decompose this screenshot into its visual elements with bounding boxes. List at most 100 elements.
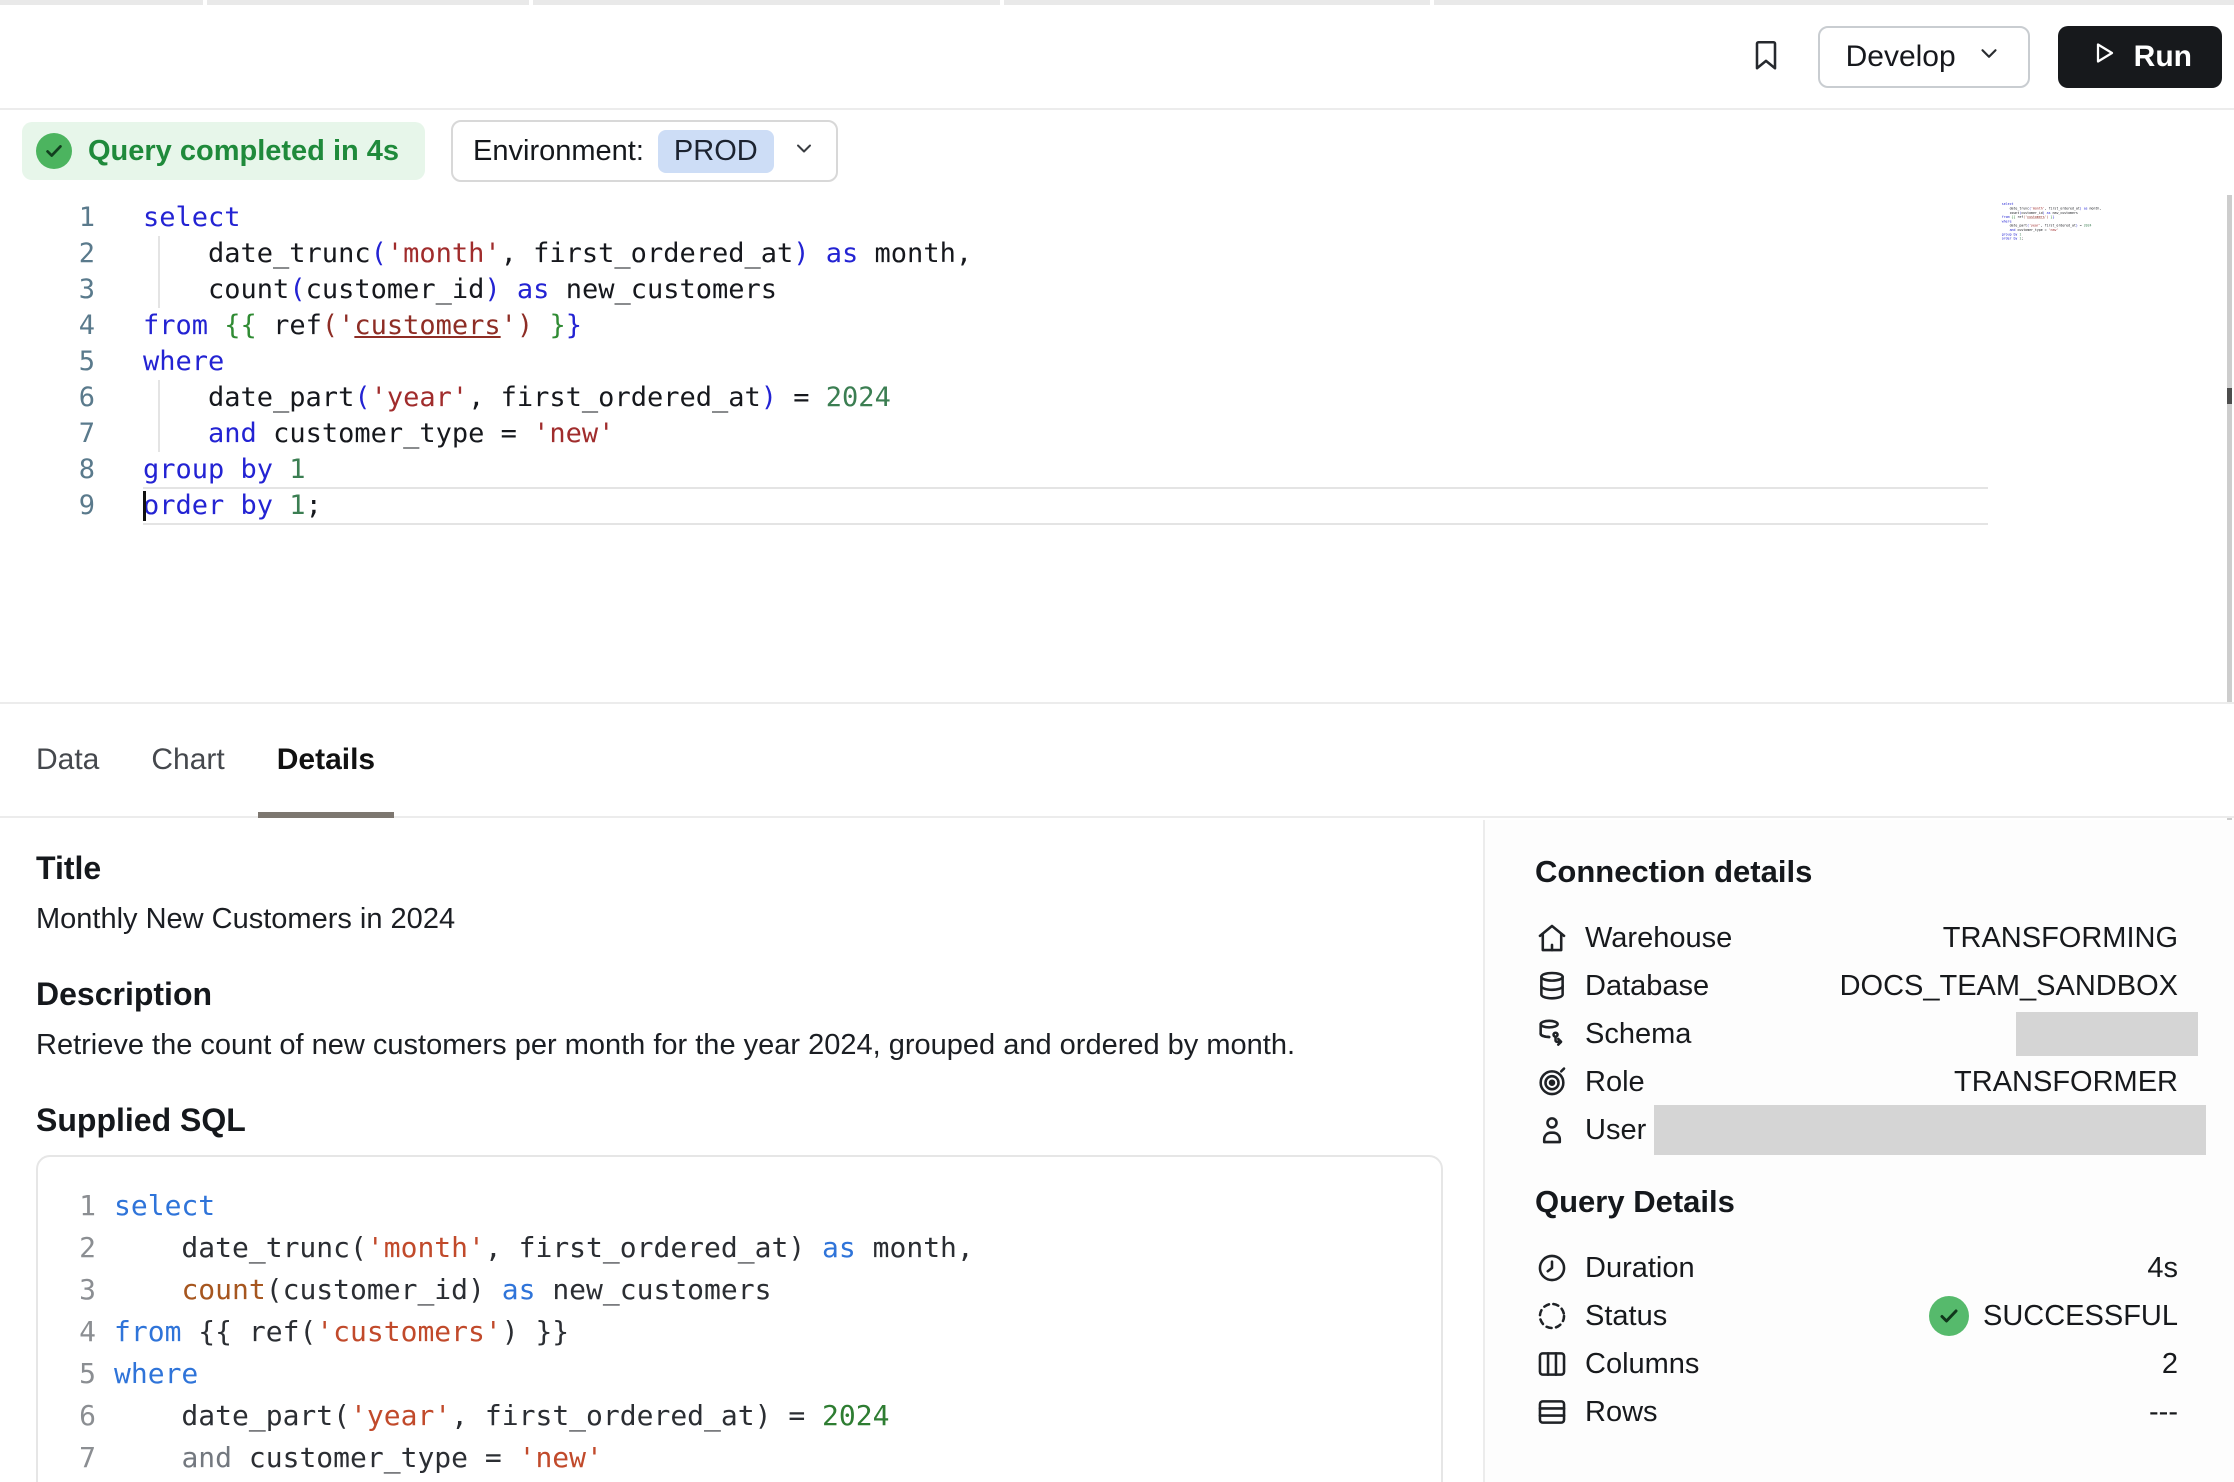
redacted-value: [1654, 1105, 2206, 1155]
query-value-rows: ---: [2149, 1396, 2178, 1429]
query-row-duration: Duration 4s: [1535, 1244, 2178, 1292]
warehouse-icon: [1535, 921, 1569, 955]
code-line: 5where: [38, 1353, 1441, 1395]
query-status-badge: Query completed in 4s: [22, 122, 425, 180]
line-number: 7: [38, 1437, 96, 1479]
rows-icon: [1535, 1395, 1569, 1429]
line-number: 2: [0, 236, 95, 272]
run-button[interactable]: Run: [2058, 26, 2222, 88]
code-line: 2 date_trunc('month', first_ordered_at) …: [0, 236, 2234, 272]
query-value-columns: 2: [2162, 1348, 2178, 1381]
code-line: 9order by 1;: [0, 488, 2234, 524]
code-line: 7 and customer_type = 'new': [0, 416, 2234, 452]
connection-label: Database: [1585, 970, 1709, 1003]
environment-label: Environment:: [473, 135, 644, 168]
develop-button[interactable]: Develop: [1818, 26, 2030, 88]
supplied-sql-heading: Supplied SQL: [36, 1102, 1443, 1139]
query-label: Duration: [1585, 1252, 1695, 1285]
title-heading: Title: [36, 850, 1443, 887]
supplied-sql-code-block: 1select2 date_trunc('month', first_order…: [36, 1155, 1443, 1482]
code-line: 4from {{ ref('customers') }}: [0, 308, 2234, 344]
line-number: 6: [0, 380, 95, 416]
code-line: 5where: [0, 344, 2234, 380]
query-label: Rows: [1585, 1396, 1658, 1429]
schema-icon: [1535, 1017, 1569, 1051]
line-number: 3: [0, 272, 95, 308]
success-check-icon: [1929, 1296, 1969, 1336]
line-number: 1: [38, 1185, 96, 1227]
environment-select[interactable]: Environment: PROD: [451, 120, 838, 182]
connection-details-heading: Connection details: [1535, 854, 2178, 890]
connection-label: Role: [1585, 1066, 1645, 1099]
line-number: 6: [38, 1395, 96, 1437]
database-icon: [1535, 969, 1569, 1003]
connection-label: Schema: [1585, 1018, 1691, 1051]
line-number: 1: [0, 200, 95, 236]
line-number: 8: [0, 452, 95, 488]
tab-data[interactable]: Data: [36, 704, 99, 816]
line-number: 9: [0, 488, 95, 524]
play-icon: [2088, 38, 2118, 76]
text-cursor: [143, 491, 146, 521]
query-details-heading: Query Details: [1535, 1184, 2178, 1220]
details-panel: Title Monthly New Customers in 2024 Desc…: [0, 820, 2234, 1482]
connection-value-warehouse: TRANSFORMING: [1943, 922, 2178, 955]
connection-row-role: Role TRANSFORMER: [1535, 1058, 2178, 1106]
code-line: 3 count(customer_id) as new_customers: [0, 272, 2234, 308]
develop-button-label: Develop: [1846, 40, 1956, 74]
description-value: Retrieve the count of new customers per …: [36, 1029, 1443, 1062]
query-value-duration: 4s: [2147, 1252, 2178, 1285]
line-number: 4: [0, 308, 95, 344]
connection-value-role: TRANSFORMER: [1954, 1066, 2178, 1099]
code-line: 1select: [0, 200, 2234, 236]
connection-row-warehouse: Warehouse TRANSFORMING: [1535, 914, 2178, 962]
line-number: 5: [0, 344, 95, 380]
query-row-status: StatusSUCCESSFUL: [1535, 1292, 2178, 1340]
connection-value-user: [1654, 1105, 2178, 1155]
query-editor-app: Develop Run Query completed i: [0, 0, 2234, 1482]
connection-label: Warehouse: [1585, 922, 1732, 955]
user-icon: [1535, 1113, 1569, 1147]
title-value: Monthly New Customers in 2024: [36, 903, 1443, 936]
code-line: 2 date_trunc('month', first_ordered_at) …: [38, 1227, 1441, 1269]
line-number: 2: [38, 1227, 96, 1269]
toolbar: Develop Run: [0, 5, 2234, 110]
chevron-down-icon: [1976, 40, 2002, 74]
details-main-column: Title Monthly New Customers in 2024 Desc…: [0, 820, 1483, 1482]
result-tabs: Data Chart Details: [0, 702, 2234, 818]
connection-value-database: DOCS_TEAM_SANDBOX: [1840, 970, 2178, 1003]
description-heading: Description: [36, 976, 1443, 1013]
code-line: 3 count(customer_id) as new_customers: [38, 1269, 1441, 1311]
query-label: Status: [1585, 1300, 1667, 1333]
connection-value-schema: [2016, 1012, 2178, 1056]
query-row-columns: Columns 2: [1535, 1340, 2178, 1388]
editor-lines: 1select2 date_trunc('month', first_order…: [0, 200, 2234, 524]
connection-label: User: [1585, 1114, 1646, 1147]
run-button-label: Run: [2134, 40, 2192, 74]
tab-details[interactable]: Details: [277, 704, 375, 816]
code-line: 6 date_part('year', first_ordered_at) = …: [38, 1395, 1441, 1437]
check-circle-icon: [36, 133, 72, 169]
sql-code-editor[interactable]: 1select2 date_trunc('month', first_order…: [0, 190, 2234, 702]
code-line: 4from {{ ref('customers') }}: [38, 1311, 1441, 1353]
connection-row-schema: Schema: [1535, 1010, 2178, 1058]
query-status-text: Query completed in 4s: [88, 135, 399, 168]
query-label: Columns: [1585, 1348, 1699, 1381]
code-line: 8group by 1: [0, 452, 2234, 488]
code-line: 6 date_part('year', first_ordered_at) = …: [0, 380, 2234, 416]
redacted-value: [2016, 1012, 2198, 1056]
tab-chart[interactable]: Chart: [151, 704, 224, 816]
chevron-down-icon: [774, 135, 816, 168]
bookmark-button[interactable]: [1738, 29, 1794, 85]
connection-row-database: Database DOCS_TEAM_SANDBOX: [1535, 962, 2178, 1010]
line-number: 7: [0, 416, 95, 452]
columns-icon: [1535, 1347, 1569, 1381]
role-icon: [1535, 1065, 1569, 1099]
status-banner-row: Query completed in 4s Environment: PROD: [0, 112, 2234, 190]
code-line: 1select: [38, 1185, 1441, 1227]
query-details-rows: Duration 4s StatusSUCCESSFUL Columns 2 Rows --…: [1535, 1244, 2178, 1436]
status-icon: [1535, 1299, 1569, 1333]
clock-icon: [1535, 1251, 1569, 1285]
connection-details-rows: Warehouse TRANSFORMING Database DOCS_TEAM_S…: [1535, 914, 2178, 1154]
environment-value-pill: PROD: [658, 130, 774, 173]
